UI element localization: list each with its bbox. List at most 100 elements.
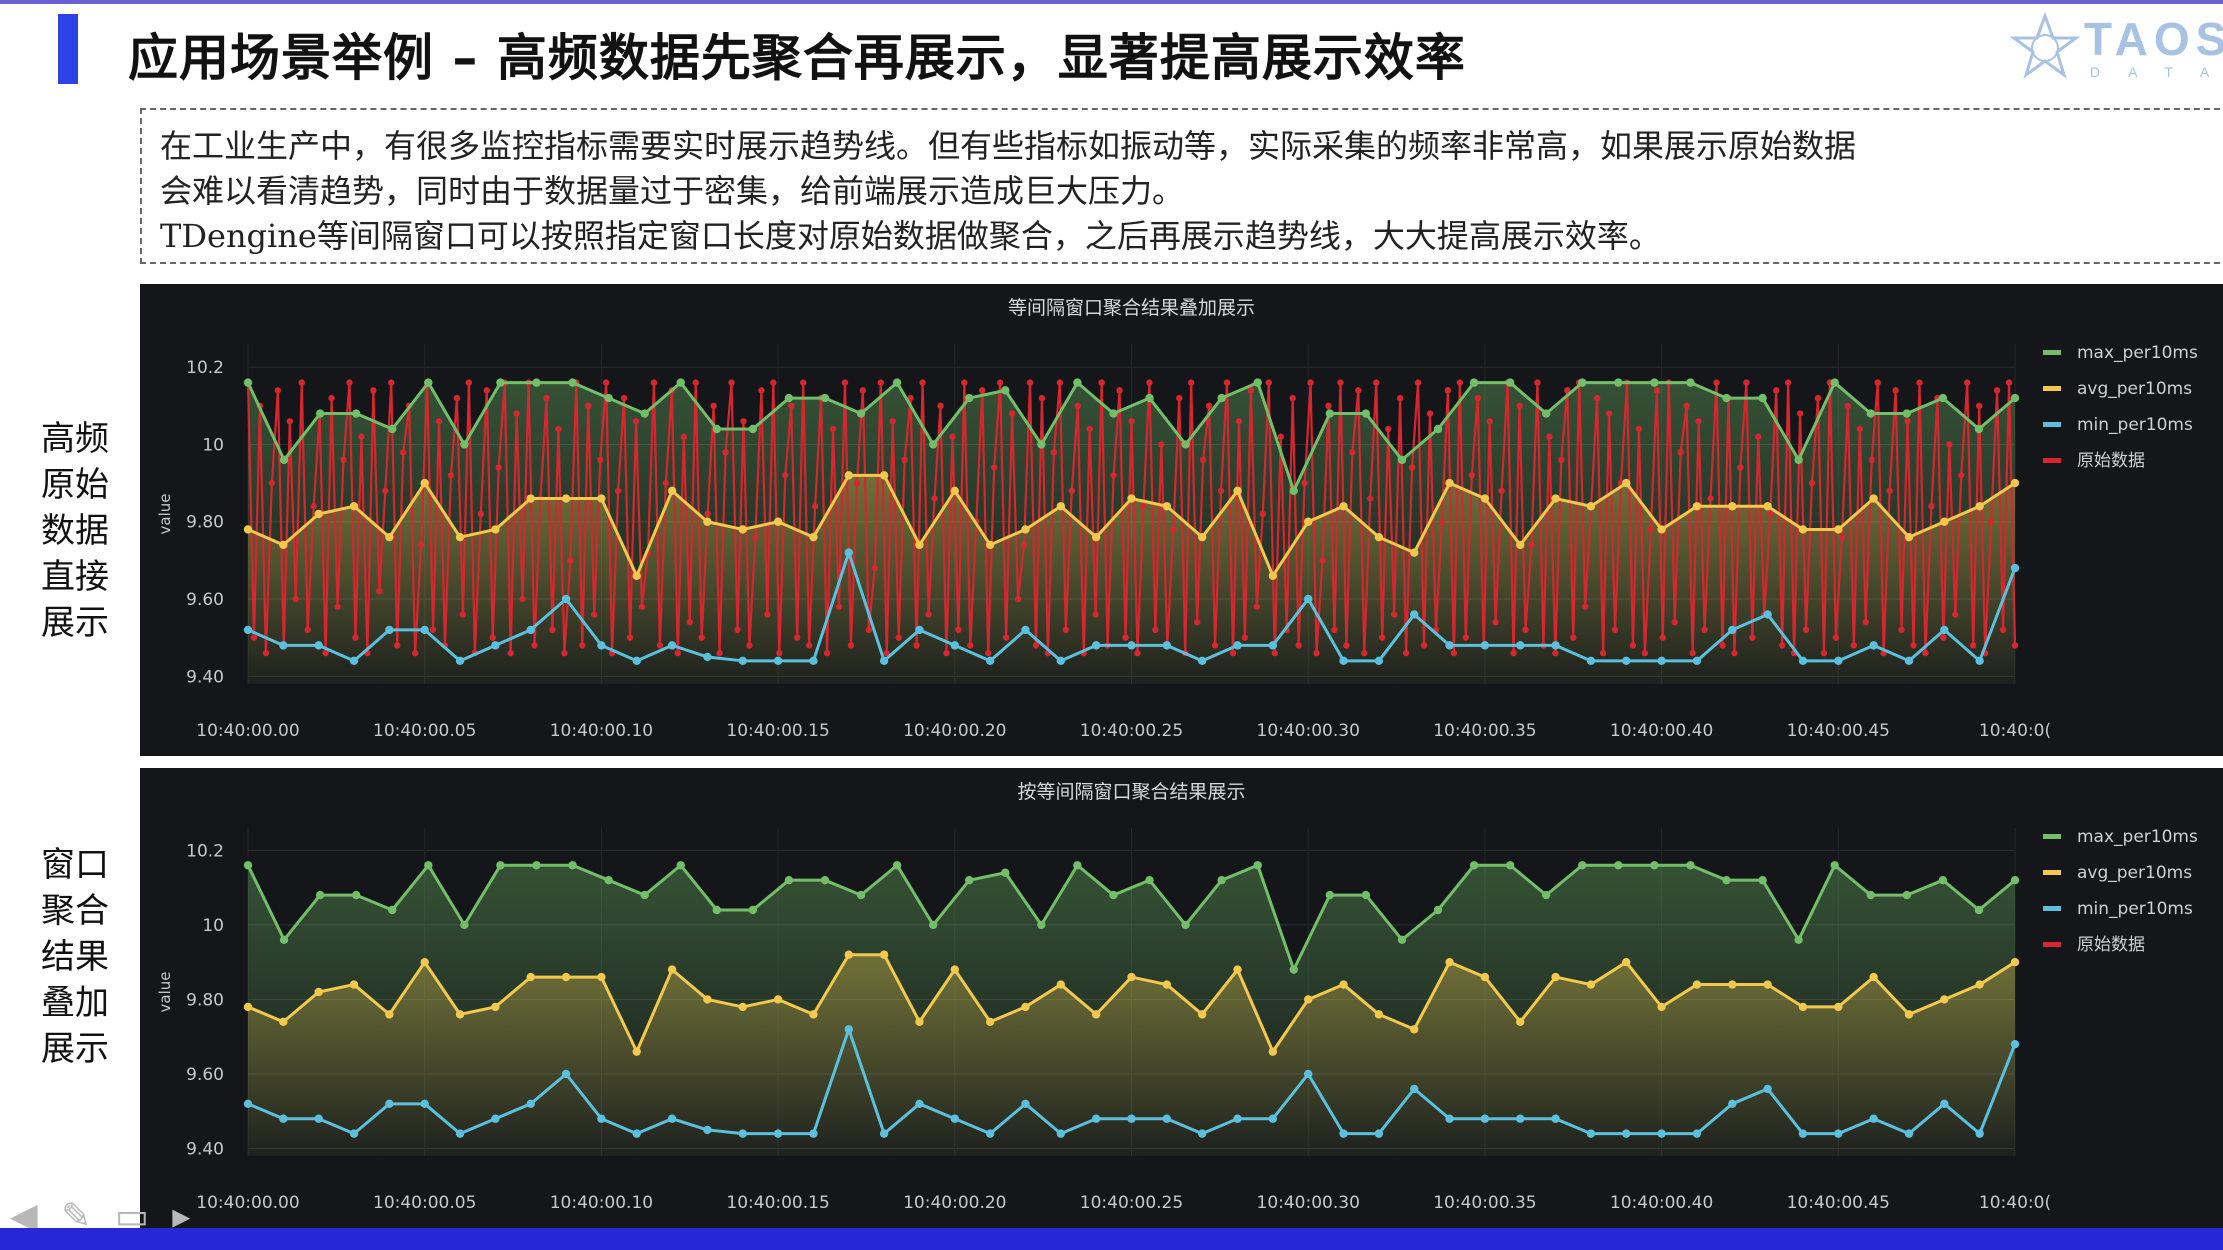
avg_per10ms-point xyxy=(1692,980,1702,989)
raw-data-point xyxy=(1796,410,1804,417)
raw-data-point xyxy=(1361,649,1368,657)
max_per10ms-point xyxy=(1650,378,1659,387)
raw-data-point xyxy=(1367,495,1374,502)
avg_per10ms-point xyxy=(773,995,783,1004)
avg_per10ms-point xyxy=(1304,517,1313,526)
legend-label[interactable]: avg_per10ms xyxy=(2077,863,2192,883)
avg_per10ms-point xyxy=(526,494,535,503)
raw-data-point xyxy=(770,379,777,386)
max_per10ms-point xyxy=(640,409,649,418)
max_per10ms-point xyxy=(1722,393,1731,403)
avg_per10ms-point xyxy=(1445,478,1454,488)
raw-data-point xyxy=(1581,603,1589,610)
raw-data-point xyxy=(531,642,538,649)
min_per10ms-point xyxy=(915,625,924,635)
min_per10ms-point xyxy=(561,594,571,604)
raw-data-point xyxy=(597,456,604,464)
y-tick-label: 10 xyxy=(202,916,224,936)
min_per10ms-point xyxy=(1091,641,1101,650)
max_per10ms-point xyxy=(784,875,794,885)
legend-label[interactable]: max_per10ms xyxy=(2077,827,2198,847)
legend-label[interactable]: min_per10ms xyxy=(2077,899,2193,919)
max_per10ms-point xyxy=(1469,378,1479,387)
min_per10ms-point xyxy=(1798,1129,1808,1138)
description-line-3: TDengine等间隔窗口可以按照指定窗口长度对原始数据做聚合，之后再展示趋势线… xyxy=(160,217,1661,255)
min_per10ms-point xyxy=(243,625,253,635)
raw-data-point xyxy=(1528,541,1535,549)
x-tick-label: 10:40:0( xyxy=(1979,721,2051,741)
max_per10ms-point xyxy=(856,409,866,418)
raw-data-point xyxy=(967,642,974,649)
max_per10ms-point xyxy=(1758,875,1767,885)
min_per10ms-point xyxy=(349,1129,359,1138)
raw-data-point xyxy=(979,387,986,394)
raw-data-point xyxy=(2005,379,2013,386)
min_per10ms-point xyxy=(1551,1114,1560,1123)
max_per10ms-point xyxy=(1325,890,1335,900)
min_per10ms-point xyxy=(985,1129,995,1138)
legend-label[interactable]: max_per10ms xyxy=(2077,343,2198,363)
raw-data-point xyxy=(698,634,705,641)
legend-label[interactable]: min_per10ms xyxy=(2077,415,2193,435)
raw-data-point xyxy=(949,433,956,440)
min_per10ms-point xyxy=(1445,1114,1454,1123)
raw-data-point xyxy=(835,603,843,610)
legend-label[interactable]: avg_per10ms xyxy=(2077,379,2192,399)
raw-data-point xyxy=(1844,402,1852,410)
raw-data-point xyxy=(292,595,299,603)
raw-data-point xyxy=(1653,387,1661,394)
min_per10ms-point xyxy=(1728,1099,1737,1109)
max_per10ms-point xyxy=(1217,875,1226,885)
min_per10ms-point xyxy=(1975,1129,1984,1138)
min_per10ms-point xyxy=(950,1114,959,1123)
raw-data-point xyxy=(1713,379,1720,386)
legend-swatch xyxy=(2043,834,2061,839)
avg_per10ms-point xyxy=(1869,972,1878,982)
raw-data-point xyxy=(435,418,443,425)
raw-data-point xyxy=(1611,626,1619,634)
legend-label[interactable]: 原始数据 xyxy=(2077,935,2145,955)
avg_per10ms-point xyxy=(1410,1025,1419,1034)
avg_per10ms-point xyxy=(1162,502,1172,511)
bottom-strip xyxy=(0,1228,2223,1250)
max_per10ms-point xyxy=(1542,409,1551,418)
avg_per10ms-point xyxy=(1374,1010,1384,1019)
max_per10ms-point xyxy=(676,378,685,387)
raw-data-point xyxy=(1886,487,1893,495)
raw-data-point xyxy=(632,418,640,425)
min_per10ms-point xyxy=(491,641,500,650)
avg_per10ms-point xyxy=(738,525,747,534)
avg_per10ms-point xyxy=(950,486,959,496)
avg_per10ms-point xyxy=(1445,957,1454,967)
max_per10ms-point xyxy=(640,890,649,900)
raw-data-point xyxy=(1558,456,1565,464)
avg_per10ms-point xyxy=(1763,502,1772,511)
raw-data-point xyxy=(865,626,873,634)
max_per10ms-point xyxy=(1794,935,1803,945)
avg_per10ms-point xyxy=(1763,980,1772,989)
raw-data-point xyxy=(1396,394,1404,402)
raw-data-point xyxy=(549,626,556,634)
max_per10ms-point xyxy=(1001,868,1010,877)
min_per10ms-point xyxy=(1904,1129,1914,1138)
avg_per10ms-point xyxy=(632,1047,641,1056)
avg_per10ms-point xyxy=(1834,525,1843,534)
min_per10ms-point xyxy=(1586,656,1596,666)
avg_per10ms-point xyxy=(420,478,429,488)
avg_per10ms-point xyxy=(879,471,889,480)
raw-data-point xyxy=(1205,402,1213,410)
raw-data-point xyxy=(716,649,723,657)
raw-data-point xyxy=(728,379,735,386)
raw-data-point xyxy=(1253,603,1261,610)
max_per10ms-point xyxy=(1794,455,1803,465)
max_per10ms-point xyxy=(1145,393,1154,403)
avg_per10ms-point xyxy=(243,525,253,534)
raw-data-point xyxy=(1904,418,1911,425)
legend-label[interactable]: 原始数据 xyxy=(2077,451,2145,471)
avg_per10ms-point xyxy=(279,1017,288,1027)
max_per10ms-point xyxy=(1109,890,1118,900)
avg_per10ms-point xyxy=(491,1002,500,1012)
raw-data-point xyxy=(1414,379,1422,386)
avg_per10ms-point xyxy=(738,1002,747,1012)
raw-data-point xyxy=(1516,402,1523,410)
